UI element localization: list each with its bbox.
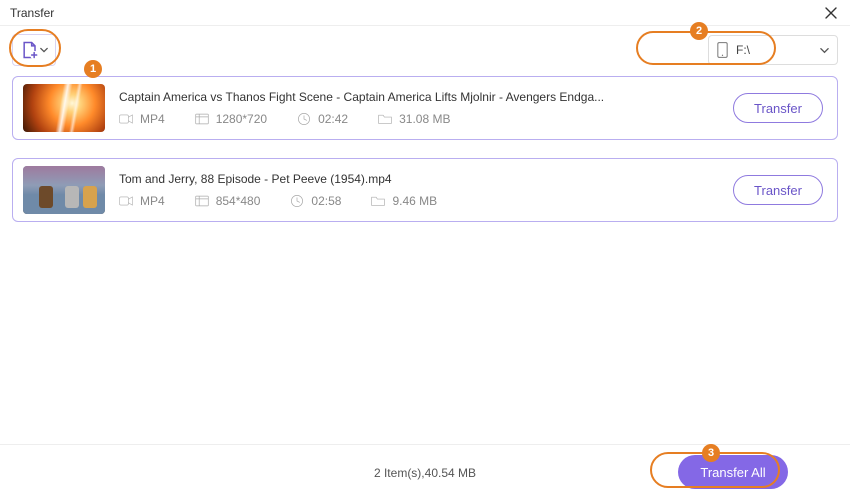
resolution-value: 1280*720: [216, 112, 267, 126]
list-item: Tom and Jerry, 88 Episode - Pet Peeve (1…: [12, 158, 838, 222]
file-list: Captain America vs Thanos Fight Scene - …: [0, 70, 850, 222]
folder-icon: [378, 112, 392, 126]
clock-icon: [290, 194, 304, 208]
item-title: Captain America vs Thanos Fight Scene - …: [119, 90, 719, 104]
chevron-down-icon: [820, 46, 829, 55]
format-value: MP4: [140, 112, 165, 126]
size-value: 31.08 MB: [399, 112, 450, 126]
item-info: Captain America vs Thanos Fight Scene - …: [119, 90, 719, 126]
folder-icon: [371, 194, 385, 208]
video-icon: [119, 112, 133, 126]
close-button[interactable]: [822, 4, 840, 22]
clock-icon: [297, 112, 311, 126]
destination-label: F:\: [736, 43, 750, 57]
item-meta: MP4 1280*720 02:42 31.08 MB: [119, 112, 719, 126]
duration-value: 02:58: [311, 194, 341, 208]
add-file-dropdown[interactable]: [12, 34, 56, 66]
video-icon: [119, 194, 133, 208]
duration-value: 02:42: [318, 112, 348, 126]
close-icon: [825, 7, 837, 19]
resolution-icon: [195, 112, 209, 126]
transfer-button[interactable]: Transfer: [733, 175, 823, 205]
item-info: Tom and Jerry, 88 Episode - Pet Peeve (1…: [119, 172, 719, 208]
chevron-down-icon: [40, 46, 48, 54]
destination-select[interactable]: F:\: [708, 35, 838, 65]
titlebar: Transfer: [0, 0, 850, 26]
item-meta: MP4 854*480 02:58 9.46 MB: [119, 194, 719, 208]
device-phone-icon: [717, 42, 728, 58]
file-add-icon: [20, 40, 40, 60]
toolbar: F:\: [0, 26, 850, 70]
video-thumbnail: [23, 84, 105, 132]
transfer-all-button[interactable]: Transfer All: [678, 455, 788, 489]
item-title: Tom and Jerry, 88 Episode - Pet Peeve (1…: [119, 172, 719, 186]
format-value: MP4: [140, 194, 165, 208]
size-value: 9.46 MB: [392, 194, 437, 208]
window-title: Transfer: [10, 6, 54, 20]
footer-summary: 2 Item(s),40.54 MB: [374, 466, 476, 480]
resolution-value: 854*480: [216, 194, 261, 208]
video-thumbnail: [23, 166, 105, 214]
resolution-icon: [195, 194, 209, 208]
list-item: Captain America vs Thanos Fight Scene - …: [12, 76, 838, 140]
transfer-button[interactable]: Transfer: [733, 93, 823, 123]
footer: 2 Item(s),40.54 MB Transfer All: [0, 444, 850, 500]
